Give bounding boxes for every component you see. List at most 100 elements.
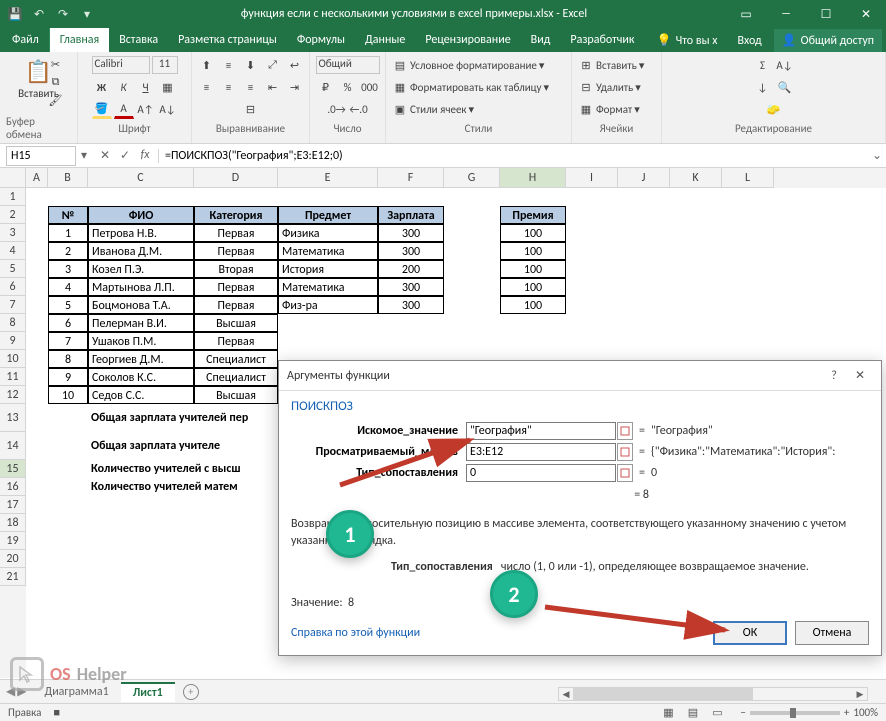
find-select-icon[interactable]: 🔍 [775,77,795,97]
cell[interactable]: Соколов К.С. [88,368,194,386]
cell[interactable]: 200 [378,260,444,278]
row-header[interactable]: 8 [0,314,26,332]
cell[interactable]: 300 [378,224,444,242]
tab-insert[interactable]: Вставка [109,28,168,52]
normal-view-icon[interactable]: ▦ [657,706,679,719]
cell[interactable]: Математика [278,242,378,260]
cell[interactable]: Первая [194,224,278,242]
cell[interactable]: 2 [48,242,88,260]
decrease-indent-icon[interactable]: ⇤ [263,77,283,97]
row-header[interactable]: 10 [0,350,26,368]
cell[interactable]: 8 [48,350,88,368]
row-header[interactable]: 1 [0,188,26,206]
tab-data[interactable]: Данные [355,28,415,52]
row-header[interactable]: 4 [0,242,26,260]
conditional-formatting-button[interactable]: ▤ Условное форматирование ▾ [392,54,544,76]
cell[interactable]: Седов С.С. [88,386,194,404]
cell[interactable]: 1 [48,224,88,242]
zoom-in-icon[interactable]: + [844,706,849,719]
col-header[interactable]: C [88,168,194,188]
font-color-icon[interactable]: A [114,99,134,119]
redo-icon[interactable]: ↷ [52,3,74,25]
col-header[interactable]: I [566,168,618,188]
insert-cells-button[interactable]: ⊞ Вставить ▾ [578,54,644,76]
row-header[interactable]: 21 [0,568,26,586]
col-header[interactable]: K [670,168,722,188]
row-header[interactable]: 19 [0,532,26,550]
align-top-icon[interactable]: ⬆ [197,55,217,75]
row-header[interactable]: 13 [0,404,26,432]
tell-me[interactable]: 💡 Что вы х [649,29,726,52]
cell[interactable]: Физ-ра [278,296,378,314]
row-header[interactable]: 11 [0,368,26,386]
cell[interactable]: Козел П.Э. [88,260,194,278]
cell[interactable]: 9 [48,368,88,386]
bold-icon[interactable]: Ж [92,77,112,97]
decrease-font-icon[interactable]: A↓ [158,99,178,119]
col-header[interactable]: F [378,168,444,188]
tab-view[interactable]: Вид [521,28,561,52]
border-icon[interactable]: ▦ [158,77,178,97]
tab-formulas[interactable]: Формулы [287,28,355,52]
cell[interactable]: Категория [194,206,278,224]
cell[interactable]: История [278,260,378,278]
cell[interactable]: 6 [48,314,88,332]
row-header[interactable]: 14 [0,432,26,460]
cell[interactable]: Первая [194,242,278,260]
cell[interactable]: Предмет [278,206,378,224]
col-header[interactable]: J [618,168,670,188]
cell[interactable]: 4 [48,278,88,296]
copy-icon[interactable]: ⧉ [48,74,64,90]
cell[interactable]: 5 [48,296,88,314]
name-box-dropdown-icon[interactable]: ▾ [76,148,92,163]
row-header[interactable]: 12 [0,386,26,404]
font-size-combo[interactable]: 11 [152,56,178,74]
fill-icon[interactable]: ↓ [753,77,773,97]
cell[interactable]: Высшая [194,386,278,404]
tab-page-layout[interactable]: Разметка страницы [168,28,287,52]
row-header[interactable]: 16 [0,478,26,496]
cell[interactable]: ФИО [88,206,194,224]
clear-icon[interactable]: 🧽 [764,99,784,119]
page-break-view-icon[interactable]: ▭ [706,706,728,719]
zoom-slider[interactable] [750,711,840,715]
cell[interactable]: Первая [194,278,278,296]
cell[interactable]: Физика [278,224,378,242]
cell[interactable]: № [48,206,88,224]
cell[interactable]: 300 [378,242,444,260]
cell[interactable]: 100 [500,260,566,278]
cell[interactable]: 300 [378,278,444,296]
align-center-icon[interactable]: ≡ [219,77,239,97]
currency-icon[interactable]: ₽ [316,77,336,97]
range-picker-icon[interactable] [617,443,633,461]
cell[interactable]: Пелерман В.И. [88,314,194,332]
dialog-help-icon[interactable]: ? [821,369,847,383]
cancel-button[interactable]: Отмена [795,621,869,645]
sign-in[interactable]: Вход [729,30,769,52]
tab-review[interactable]: Рецензирование [415,28,520,52]
cell-styles-button[interactable]: ▣ Стили ячеек ▾ [392,98,474,120]
wrap-text-icon[interactable]: ↩ [285,55,305,75]
cell[interactable]: Премия [500,206,566,224]
row-header[interactable]: 2 [0,206,26,224]
cell[interactable]: Георгиев Д.М. [88,350,194,368]
save-icon[interactable]: 💾 [4,3,26,25]
cell[interactable]: Мартынова Л.П. [88,278,194,296]
row-header[interactable]: 6 [0,278,26,296]
cell[interactable]: Иванова Д.М. [88,242,194,260]
merge-icon[interactable]: ⊟ [241,99,261,119]
ribbon-options-icon[interactable]: ▭ [726,0,766,28]
range-picker-icon[interactable] [617,422,633,440]
col-header[interactable]: D [194,168,278,188]
zoom-level[interactable]: 100% [853,706,878,719]
cell[interactable]: Первая [194,296,278,314]
undo-icon[interactable]: ↶ [28,3,50,25]
sheet-tab-active[interactable]: Лист1 [121,682,175,702]
cell[interactable]: Специалист [194,368,278,386]
sort-filter-icon[interactable]: A↓ [775,55,795,75]
orientation-icon[interactable]: ⤢ [263,55,283,75]
underline-icon[interactable]: Ч [136,77,156,97]
cell[interactable]: Ушаков П.М. [88,332,194,350]
cell[interactable]: Специалист [194,350,278,368]
cell[interactable]: Зарплата [378,206,444,224]
